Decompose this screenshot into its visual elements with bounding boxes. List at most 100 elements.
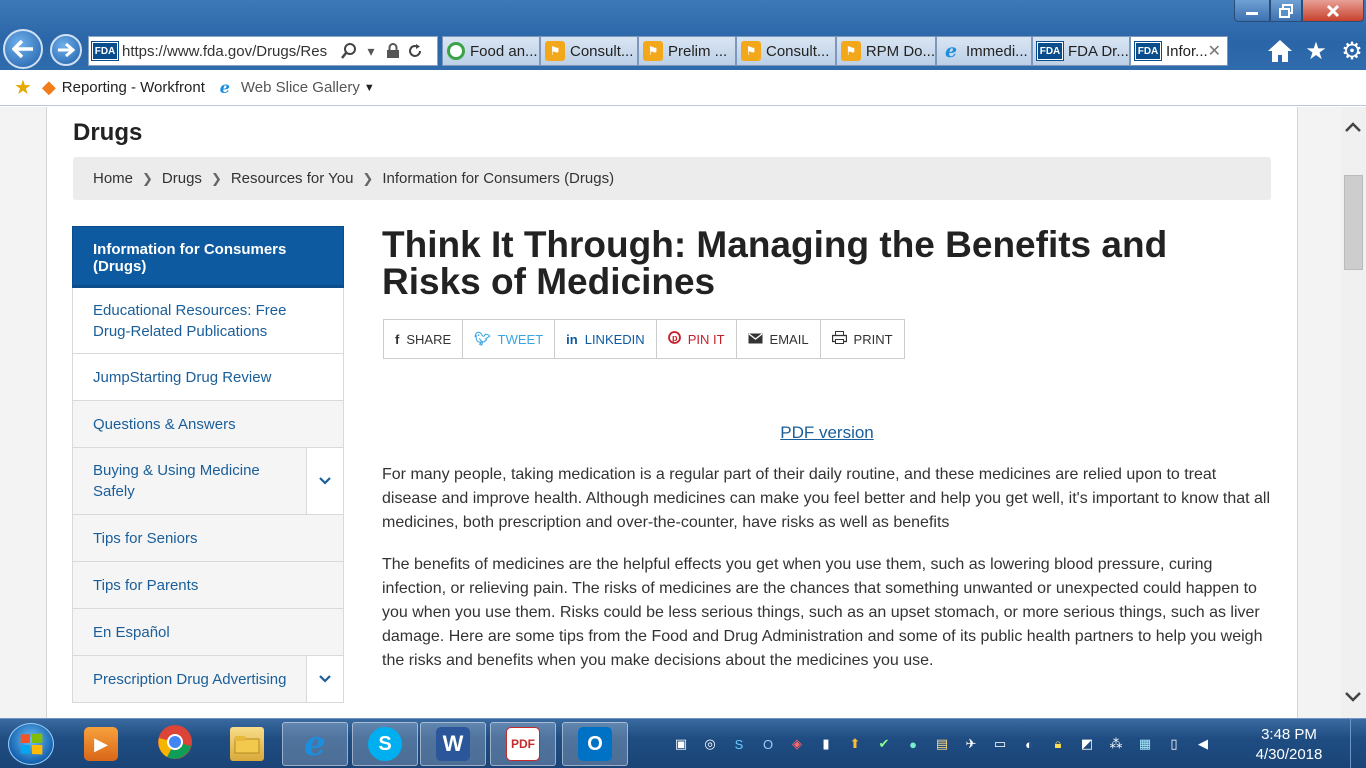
tray-volume-icon[interactable]: ◀ [1192, 733, 1214, 755]
restore-icon [1279, 3, 1293, 18]
pdf-version-link[interactable]: PDF version [382, 423, 1272, 443]
share-email-button[interactable]: EMAIL [737, 320, 821, 358]
sidenav-item-buying-using[interactable]: Buying & Using Medicine Safely [72, 448, 344, 515]
breadcrumb-resources[interactable]: Resources for You [231, 170, 354, 187]
chevron-down-icon[interactable] [306, 448, 343, 514]
back-button[interactable] [3, 29, 43, 69]
dropdown-arrow-icon[interactable]: ▾ [362, 42, 380, 60]
taskbar-skype[interactable]: S [352, 722, 418, 766]
search-icon[interactable] [340, 42, 358, 60]
scrollbar-thumb[interactable] [1344, 175, 1363, 270]
browser-tab[interactable]: e Immedi... [936, 36, 1032, 66]
sidenav-item-tips-parents[interactable]: Tips for Parents [72, 562, 344, 609]
browser-tab[interactable]: FDA FDA Dr... [1032, 36, 1130, 66]
sidenav-item-en-espanol[interactable]: En Español [72, 609, 344, 656]
tray-security-icon[interactable]: ◈ [786, 733, 808, 755]
share-linkedin-button[interactable]: in LINKEDIN [555, 320, 657, 358]
favorite-link-web-slice-gallery[interactable]: e Web Slice Gallery ▼ [215, 78, 375, 98]
browser-tab-active[interactable]: FDA Infor... ✕ [1130, 36, 1228, 66]
vertical-scrollbar[interactable] [1341, 107, 1366, 718]
forward-button[interactable] [50, 34, 82, 66]
taskbar-clock[interactable]: 3:48 PM 4/30/2018 [1248, 725, 1330, 765]
tray-app-icon[interactable]: ◐ [1018, 733, 1040, 755]
favorite-link-workfront[interactable]: ◆ Reporting - Workfront [42, 77, 205, 98]
browser-tab[interactable]: ⚑ Prelim ... [638, 36, 736, 66]
pdf-link-label[interactable]: PDF version [780, 423, 874, 442]
sidenav-item-questions-answers[interactable]: Questions & Answers [72, 401, 344, 448]
share-label: PRINT [853, 331, 893, 347]
tray-app-icon[interactable]: ◩ [1076, 733, 1098, 755]
tray-network-icon[interactable]: ▦ [1134, 733, 1156, 755]
close-window-button[interactable] [1302, 0, 1364, 22]
breadcrumb-drugs[interactable]: Drugs [162, 170, 202, 187]
chrome-icon [157, 724, 193, 765]
browser-toolbar-right: ★ ⚙ [1262, 36, 1366, 66]
sidenav-item-label: Buying & Using Medicine Safely [93, 462, 260, 500]
tray-outlook-icon[interactable]: O [757, 733, 779, 755]
lock-icon[interactable] [384, 42, 402, 60]
sidenav-item-label: En Español [93, 623, 170, 641]
share-facebook-button[interactable]: f SHARE [384, 320, 464, 358]
orange-favicon: ⚑ [643, 41, 663, 61]
sidenav-heading[interactable]: Information for Consumers (Drugs) [72, 226, 344, 288]
fda-favicon: FDA [1036, 41, 1064, 61]
orange-favicon: ⚑ [741, 41, 761, 61]
favorite-label: Reporting - Workfront [61, 79, 205, 96]
home-icon[interactable] [1266, 37, 1294, 65]
browser-tab[interactable]: Food an... [442, 36, 540, 66]
chevron-up-icon[interactable] [1345, 119, 1361, 137]
tray-app-icon[interactable]: ✈ [960, 733, 982, 755]
address-bar[interactable]: FDA https://www.fda.gov/Drugs/Res ▾ [88, 36, 438, 66]
taskbar-chrome[interactable] [142, 722, 208, 766]
tray-app-icon[interactable]: ✔ [873, 733, 895, 755]
address-url[interactable]: https://www.fda.gov/Drugs/Res [122, 43, 336, 60]
tray-app-icon[interactable]: ● [902, 733, 924, 755]
sidenav-item-prescription-advertising[interactable]: Prescription Drug Advertising [72, 656, 344, 703]
favorites-star-icon[interactable]: ★ [14, 75, 32, 100]
tray-signal-icon[interactable]: ▮ [815, 733, 837, 755]
tray-update-icon[interactable]: ⬆ [844, 733, 866, 755]
tray-lock-icon[interactable]: 🔒︎ [1047, 733, 1069, 755]
gear-icon[interactable]: ⚙ [1338, 37, 1366, 65]
chevron-down-icon[interactable] [1345, 689, 1361, 707]
tray-skype-icon[interactable]: S [728, 733, 750, 755]
share-print-button[interactable]: PRINT [821, 320, 904, 358]
browser-tab[interactable]: ⚑ Consult... [736, 36, 836, 66]
taskbar-pdf-reader[interactable]: PDF [490, 722, 556, 766]
restore-button[interactable] [1270, 0, 1302, 22]
sidenav-item-label: JumpStarting Drug Review [93, 368, 272, 386]
tray-battery-icon[interactable]: ▯ [1163, 733, 1185, 755]
page-viewport: Drugs Home ❯ Drugs ❯ Resources for You ❯… [0, 107, 1366, 718]
sidenav-item-jumpstarting[interactable]: JumpStarting Drug Review [72, 354, 344, 401]
sidenav-item-label: Tips for Parents [93, 576, 199, 594]
show-desktop-button[interactable] [1350, 719, 1366, 768]
favorites-star-icon[interactable]: ★ [1302, 37, 1330, 65]
share-label: SHARE [406, 331, 452, 347]
tray-app-icon[interactable]: ◎ [699, 733, 721, 755]
taskbar-file-explorer[interactable] [214, 722, 280, 766]
tray-app-icon[interactable]: ⁂ [1105, 733, 1127, 755]
favorites-bar: ★ ◆ Reporting - Workfront e Web Slice Ga… [0, 70, 1366, 106]
share-label: LINKEDIN [584, 331, 645, 347]
taskbar-outlook[interactable]: O [562, 722, 628, 766]
share-twitter-button[interactable]: 🐦︎ TWEET [463, 320, 556, 358]
tab-close-icon[interactable]: ✕ [1208, 41, 1221, 61]
chevron-down-icon[interactable] [306, 656, 343, 702]
tray-app-icon[interactable]: ▣ [670, 733, 692, 755]
taskbar-word[interactable]: W [420, 722, 486, 766]
taskbar-internet-explorer[interactable]: e [282, 722, 348, 766]
sidenav-item-educational-resources[interactable]: Educational Resources: Free Drug-Related… [72, 288, 344, 354]
taskbar-media-player[interactable]: ▶ [68, 722, 134, 766]
minimize-button[interactable] [1234, 0, 1270, 22]
refresh-icon[interactable] [406, 42, 424, 60]
browser-tab[interactable]: ⚑ RPM Do... [836, 36, 936, 66]
share-pinterest-button[interactable]: p PIN IT [657, 320, 737, 358]
sidenav-item-tips-seniors[interactable]: Tips for Seniors [72, 515, 344, 562]
tray-app-icon[interactable]: ▤ [931, 733, 953, 755]
skype-icon: S [368, 727, 402, 761]
browser-tab[interactable]: ⚑ Consult... [540, 36, 638, 66]
start-button[interactable] [8, 723, 54, 765]
tray-display-icon[interactable]: ▭ [989, 733, 1011, 755]
tab-label: FDA Dr... [1068, 42, 1129, 60]
breadcrumb-home[interactable]: Home [93, 170, 133, 187]
